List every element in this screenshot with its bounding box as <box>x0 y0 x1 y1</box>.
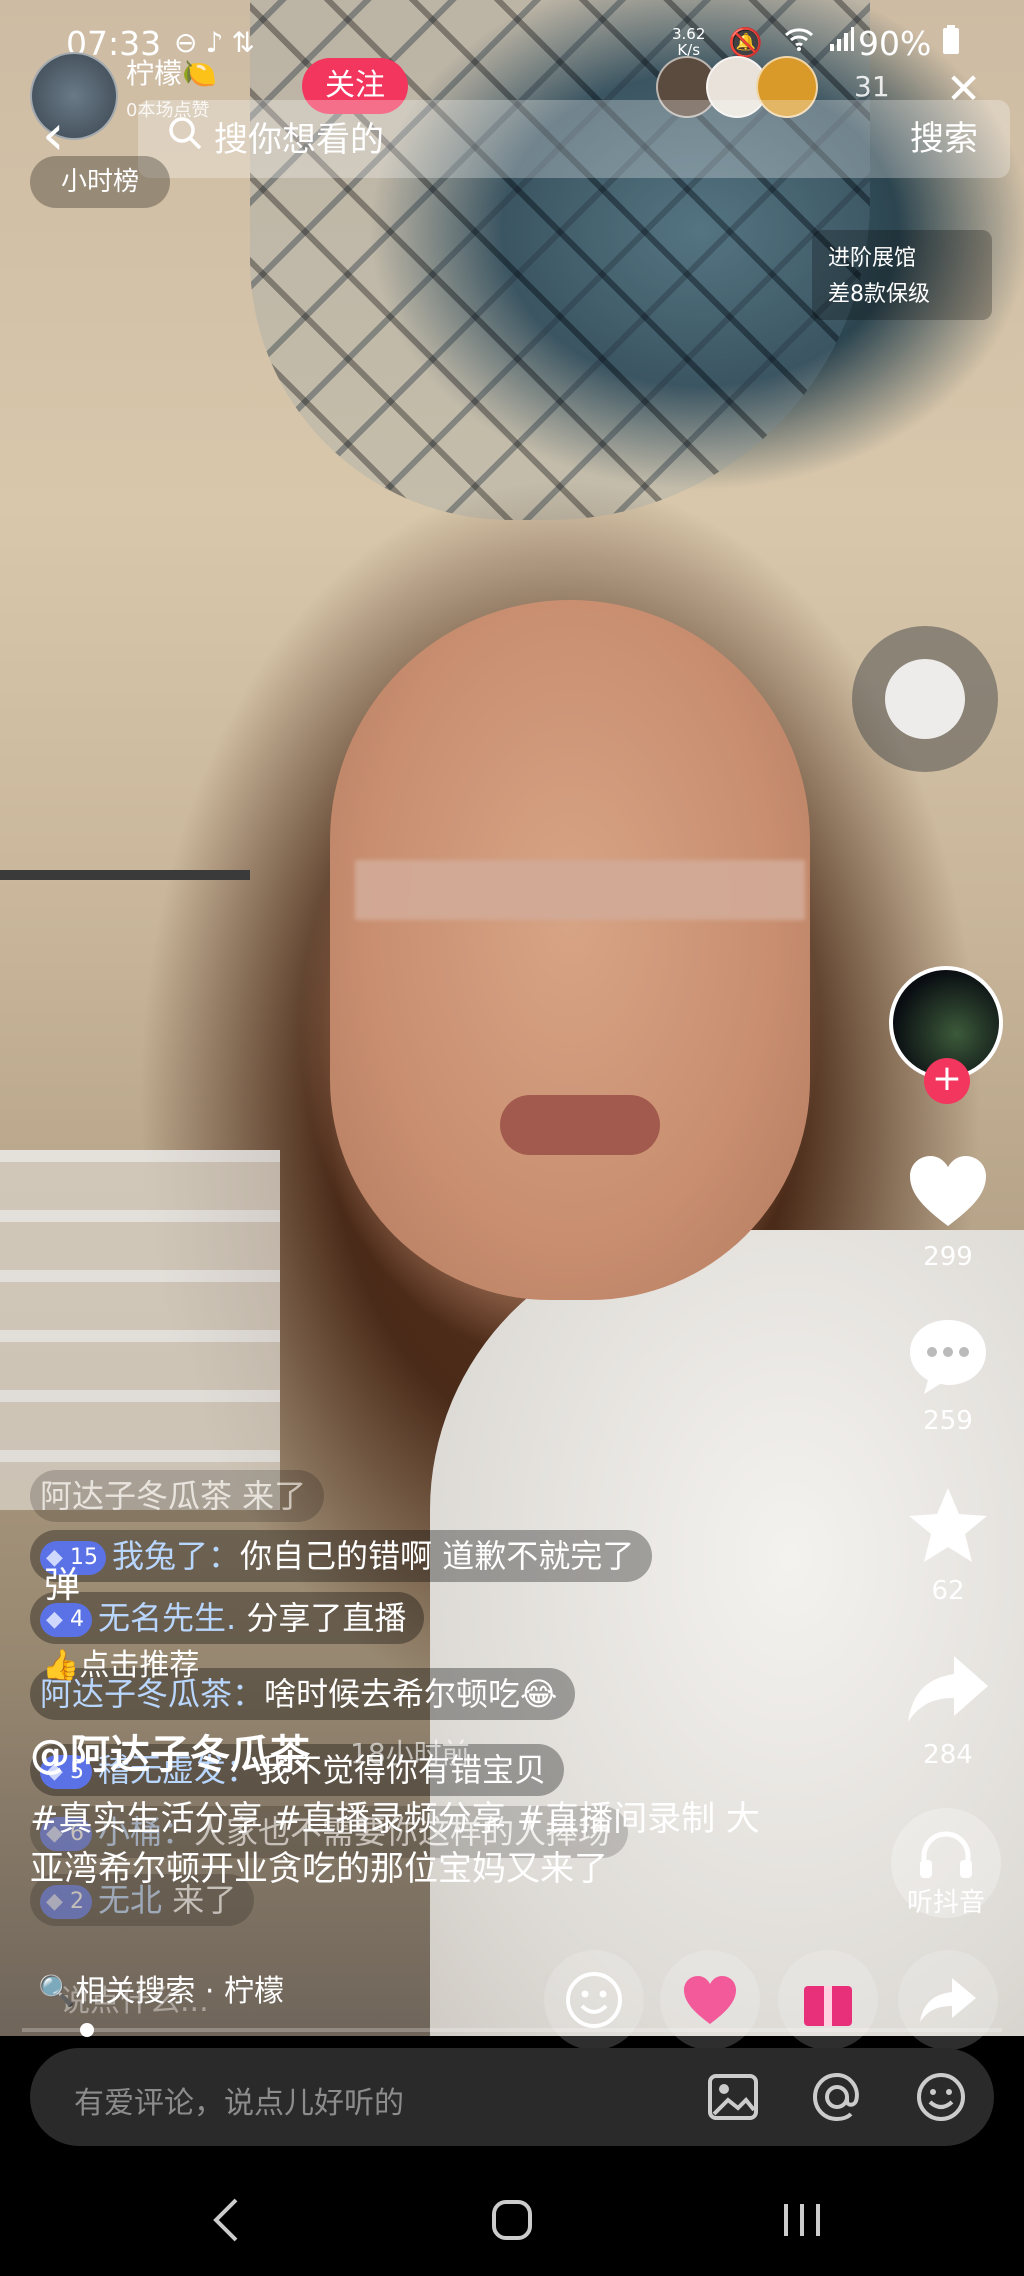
favorite-count: 62 <box>931 1576 965 1606</box>
favorite-action[interactable]: 62 <box>896 1482 1000 1606</box>
image-icon[interactable] <box>706 2070 760 2124</box>
mention-icon[interactable] <box>810 2070 864 2124</box>
heart-gift-button[interactable] <box>660 1950 760 2050</box>
share-icon <box>920 1978 976 2022</box>
emoji-icon[interactable] <box>914 2070 968 2124</box>
comment-action[interactable]: 259 <box>896 1312 1000 1436</box>
comment-icon <box>910 1320 986 1394</box>
lemon-emoji-icon: 🍋 <box>182 57 217 90</box>
related-search[interactable]: 🔍相关搜索 · 柠檬 <box>38 1966 284 2010</box>
battery-indicator: 90% <box>858 24 960 63</box>
chat-text: 啥时候去希尔顿吃 <box>264 1675 521 1713</box>
nav-home-icon[interactable] <box>482 2190 542 2250</box>
share-count: 284 <box>923 1740 973 1770</box>
network-speed: 3.62 K/s <box>672 26 705 58</box>
battery-icon <box>942 25 959 54</box>
mute-icon: 🔕 <box>728 26 769 59</box>
like-action[interactable]: 299 <box>896 1148 1000 1272</box>
emoji-button[interactable] <box>544 1950 644 2050</box>
post-time: 18小时前 <box>350 1737 470 1770</box>
search-button[interactable]: 搜索 <box>880 106 1008 172</box>
headphones-icon <box>920 1831 972 1878</box>
video-person-face <box>330 600 810 1300</box>
recommend-button[interactable]: 👍点击推荐 <box>42 1640 199 1684</box>
author-name[interactable]: @阿达子冬瓜茶 <box>30 1722 310 1780</box>
chat-username[interactable]: 无名先生. <box>98 1599 236 1637</box>
related-search-label: 相关搜索 · 柠檬 <box>75 1974 284 2009</box>
search-icon <box>169 117 202 150</box>
signal-icon <box>829 27 854 51</box>
follow-plus-icon[interactable]: + <box>924 1058 970 1104</box>
floating-assistive-button[interactable] <box>852 626 998 772</box>
nav-recents-icon[interactable] <box>772 2190 832 2250</box>
transfer-icon: ⇅ <box>231 26 263 59</box>
video-blur-mask <box>355 860 805 920</box>
chat-username[interactable]: 我兔了： <box>112 1537 240 1575</box>
listen-label: 听抖音 <box>906 1888 985 1918</box>
video-light-rail <box>0 870 250 880</box>
gallery-badge-title: 进阶展馆 <box>828 246 917 271</box>
playback-progress[interactable] <box>22 2023 1002 2037</box>
video-person-mouth <box>500 1095 660 1155</box>
share-icon <box>908 1656 988 1722</box>
streamer-name-text: 柠檬 <box>126 57 183 90</box>
floating-button-core <box>885 659 965 739</box>
comment-count: 259 <box>923 1406 973 1436</box>
chat-message: 阿达子冬瓜茶 来了 <box>30 1470 325 1522</box>
chat-text: 阿达子冬瓜茶 来了 <box>40 1477 307 1515</box>
star-icon <box>909 1488 987 1562</box>
search-input[interactable]: 搜你想看的 <box>214 112 384 161</box>
heart-gift-icon <box>684 1976 736 2024</box>
streamer-name[interactable]: 柠檬🍋 <box>126 52 217 92</box>
smiley-icon <box>566 1972 622 2028</box>
progress-handle[interactable] <box>80 2023 94 2037</box>
chat-text: 分享了直播 <box>246 1599 407 1637</box>
search-icon: 🔍 <box>38 1974 76 2009</box>
level-badge: 4 <box>40 1603 92 1637</box>
live-share-button[interactable] <box>898 1950 998 2050</box>
chat-message: 15我兔了：你自己的错啊 道歉不就完了 <box>30 1530 653 1582</box>
heart-icon <box>910 1156 986 1226</box>
battery-percent: 90% <box>858 24 932 63</box>
chat-message: 4无名先生. 分享了直播 <box>30 1592 425 1644</box>
gift-icon <box>804 1986 852 2026</box>
nav-back-icon[interactable] <box>198 2190 258 2250</box>
laughing-emoji-icon: 😂 <box>520 1675 558 1713</box>
danmaku-toggle[interactable]: 弹 <box>44 1556 80 1608</box>
status-right-icons: 🔕 <box>728 26 855 59</box>
gallery-badge-subtitle: 差8款保级 <box>828 282 930 307</box>
net-speed-value: 3.62 <box>672 25 706 43</box>
recommend-label: 点击推荐 <box>79 1648 200 1683</box>
hour-rank-button[interactable]: 小时榜 <box>30 156 170 208</box>
comment-input[interactable]: 有爱评论，说点儿好听的 <box>74 2078 404 2122</box>
wifi-icon <box>784 28 813 51</box>
gift-button[interactable] <box>778 1950 878 2050</box>
share-action[interactable]: 284 <box>896 1646 1000 1770</box>
thumbs-up-icon: 👍 <box>42 1648 80 1683</box>
chat-text: 你自己的错啊 道歉不就完了 <box>240 1537 635 1575</box>
post-description[interactable]: #真实生活分享 #直播录频分享 #直播间录制 大亚湾希尔顿开业贪吃的那位宝妈又来… <box>30 1794 790 1894</box>
gallery-badge[interactable]: 进阶展馆 差8款保级 <box>812 230 992 320</box>
viewer-count[interactable]: 31 <box>854 70 890 103</box>
video-shelves <box>0 1150 280 1510</box>
like-count: 299 <box>923 1242 973 1272</box>
